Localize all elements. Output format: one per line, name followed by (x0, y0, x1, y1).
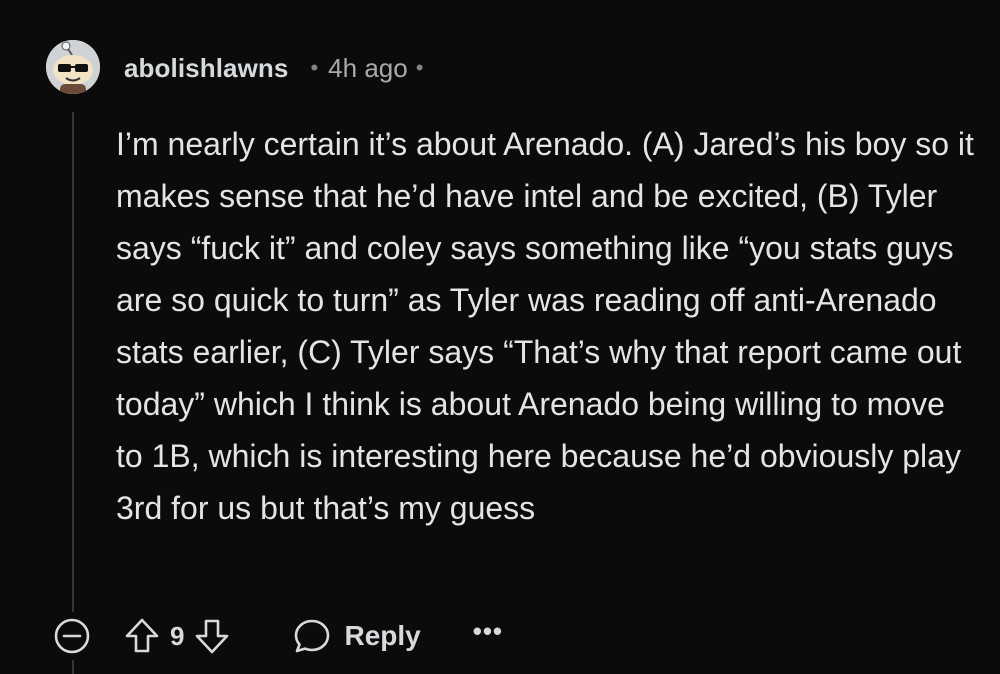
username-link[interactable]: abolishlawns (124, 53, 288, 84)
comment-body: I’m nearly certain it’s about Arenado. (… (116, 118, 976, 534)
reply-label: Reply (344, 620, 421, 651)
avatar[interactable] (46, 40, 100, 94)
comment-timestamp[interactable]: 4h ago (328, 53, 408, 84)
thread-line[interactable] (72, 112, 74, 612)
downvote-arrow-icon (196, 619, 229, 654)
more-options-button[interactable]: ••• (473, 616, 503, 657)
comment-paragraph: I’m nearly certain it’s about Arenado. (… (116, 126, 974, 526)
downvote-button[interactable] (194, 616, 230, 656)
snoo-avatar-icon (46, 40, 100, 94)
comment-actions: 9 Reply ••• (52, 612, 503, 660)
vote-count: 9 (170, 620, 185, 651)
comment-header: abolishlawns • 4h ago • (124, 48, 423, 88)
header-separator-trailing: • (415, 55, 424, 80)
speech-bubble-icon (295, 619, 330, 653)
reply-button[interactable]: Reply (292, 616, 421, 656)
collapse-button[interactable] (52, 616, 92, 656)
header-separator: • (310, 55, 319, 80)
collapse-minus-icon (54, 618, 90, 654)
upvote-arrow-icon (125, 618, 159, 653)
upvote-button[interactable] (124, 616, 160, 656)
thread-line-continuation (72, 660, 74, 674)
